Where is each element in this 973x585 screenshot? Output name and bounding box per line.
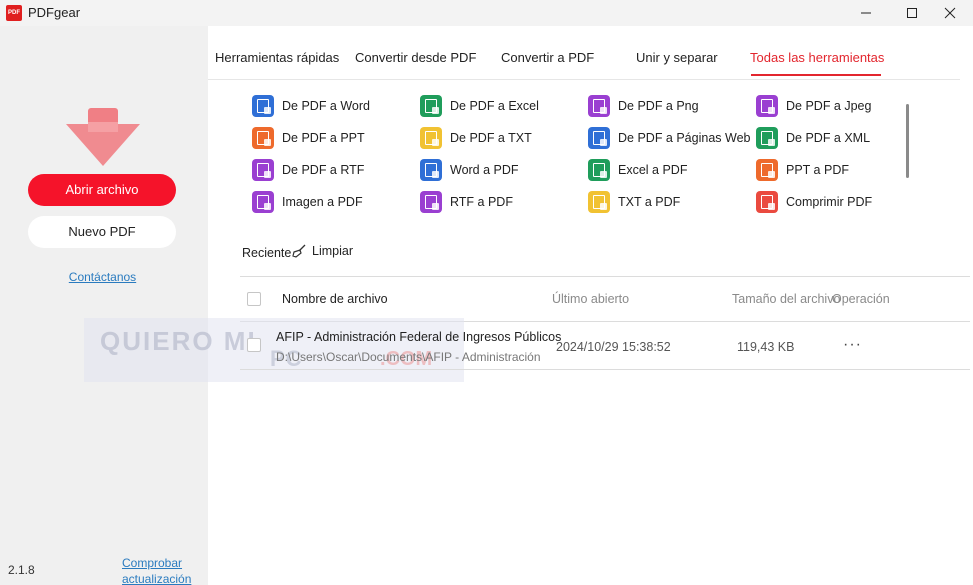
- tools-scrollbar[interactable]: [906, 104, 909, 178]
- pdf-to-xml-icon: [756, 127, 778, 149]
- version-label: 2.1.8: [8, 563, 35, 577]
- tool-label: De PDF a Jpeg: [786, 99, 872, 113]
- open-file-button[interactable]: Abrir archivo: [28, 174, 176, 206]
- file-path: D:\Users\Oscar\Documents\AFIP - Administ…: [276, 350, 544, 364]
- tool-pdf-to-xml[interactable]: De PDF a XML: [756, 127, 870, 149]
- tool-label: Excel a PDF: [618, 163, 688, 177]
- tab-merge-split[interactable]: Unir y separar: [636, 50, 718, 65]
- pdf-to-txt-icon: [420, 127, 442, 149]
- tool-label: Comprimir PDF: [786, 195, 873, 209]
- tool-excel-to-pdf[interactable]: Excel a PDF: [588, 159, 687, 181]
- select-all-checkbox[interactable]: [247, 292, 261, 306]
- minimize-icon: [861, 12, 871, 14]
- minimize-button[interactable]: [843, 0, 889, 26]
- maximize-icon: [907, 8, 917, 18]
- image-to-pdf-icon: [252, 191, 274, 213]
- drop-file-arrow-icon: [66, 108, 140, 166]
- tool-pdf-to-word[interactable]: De PDF a Word: [252, 95, 370, 117]
- title-bar: PDF PDFgear: [0, 0, 973, 26]
- tool-pdf-to-txt[interactable]: De PDF a TXT: [420, 127, 532, 149]
- tool-pdf-to-png[interactable]: De PDF a Png: [588, 95, 699, 117]
- column-header-operation: Operación: [832, 292, 890, 306]
- tabs-divider: [208, 79, 960, 80]
- tool-label: Word a PDF: [450, 163, 519, 177]
- tool-image-to-pdf[interactable]: Imagen a PDF: [252, 191, 363, 213]
- new-pdf-button[interactable]: Nuevo PDF: [28, 216, 176, 248]
- tool-ppt-to-pdf[interactable]: PPT a PDF: [756, 159, 849, 181]
- pdf-to-png-icon: [588, 95, 610, 117]
- app-title: PDFgear: [28, 5, 81, 20]
- divider: [240, 369, 970, 370]
- compress-pdf-icon: [756, 191, 778, 213]
- file-name[interactable]: AFIP - Administración Federal de Ingreso…: [276, 330, 561, 344]
- tool-pdf-to-rtf[interactable]: De PDF a RTF: [252, 159, 364, 181]
- check-update-link[interactable]: Comprobar actualización: [122, 555, 202, 585]
- rtf-to-pdf-icon: [420, 191, 442, 213]
- tool-pdf-to-webpages[interactable]: De PDF a Páginas Web: [588, 127, 750, 149]
- contact-link[interactable]: Contáctanos: [0, 270, 205, 284]
- tool-pdf-to-ppt[interactable]: De PDF a PPT: [252, 127, 365, 149]
- tool-pdf-to-excel[interactable]: De PDF a Excel: [420, 95, 539, 117]
- broom-icon: [292, 244, 306, 258]
- pdf-to-webpages-icon: [588, 127, 610, 149]
- tool-txt-to-pdf[interactable]: TXT a PDF: [588, 191, 680, 213]
- tool-label: De PDF a Png: [618, 99, 699, 113]
- word-to-pdf-icon: [420, 159, 442, 181]
- pdf-to-word-icon: [252, 95, 274, 117]
- clean-recent-button[interactable]: Limpiar: [292, 244, 353, 258]
- tab-all-tools[interactable]: Todas las herramientas: [750, 50, 884, 65]
- ppt-to-pdf-icon: [756, 159, 778, 181]
- file-last-opened: 2024/10/29 15:38:52: [556, 340, 671, 354]
- tool-label: De PDF a Excel: [450, 99, 539, 113]
- sidebar: Abrir archivo Nuevo PDF Contáctanos 2.1.…: [0, 26, 208, 585]
- tab-convert-from-pdf[interactable]: Convertir desde PDF: [355, 50, 476, 65]
- tool-label: PPT a PDF: [786, 163, 849, 177]
- close-icon: [944, 7, 956, 19]
- clean-label: Limpiar: [312, 244, 353, 258]
- row-checkbox[interactable]: [247, 338, 261, 352]
- tool-label: De PDF a XML: [786, 131, 871, 145]
- file-size: 119,43 KB: [737, 340, 795, 354]
- tab-quick-tools[interactable]: Herramientas rápidas: [215, 50, 339, 65]
- excel-to-pdf-icon: [588, 159, 610, 181]
- txt-to-pdf-icon: [588, 191, 610, 213]
- tool-label: De PDF a Páginas Web: [618, 131, 751, 145]
- active-tab-indicator: [751, 74, 881, 76]
- tool-label: TXT a PDF: [618, 195, 681, 209]
- column-header-last-opened[interactable]: Último abierto: [552, 292, 629, 306]
- tool-label: De PDF a PPT: [282, 131, 365, 145]
- tool-label: De PDF a RTF: [282, 163, 365, 177]
- watermark-text: QUIERO MI: [100, 326, 257, 356]
- recent-label: Reciente: [242, 246, 292, 260]
- pdf-to-jpeg-icon: [756, 95, 778, 117]
- tab-convert-to-pdf[interactable]: Convertir a PDF: [501, 50, 594, 65]
- divider: [240, 276, 970, 277]
- tool-label: De PDF a Word: [282, 99, 370, 113]
- pdf-to-excel-icon: [420, 95, 442, 117]
- tool-rtf-to-pdf[interactable]: RTF a PDF: [420, 191, 513, 213]
- tool-word-to-pdf[interactable]: Word a PDF: [420, 159, 519, 181]
- tab-bar: Herramientas rápidas Convertir desde PDF…: [208, 26, 973, 80]
- tool-label: Imagen a PDF: [282, 195, 363, 209]
- pdf-to-rtf-icon: [252, 159, 274, 181]
- tool-compress-pdf[interactable]: Comprimir PDF: [756, 191, 872, 213]
- column-header-name[interactable]: Nombre de archivo: [282, 292, 388, 306]
- pdf-to-ppt-icon: [252, 127, 274, 149]
- tool-label: De PDF a TXT: [450, 131, 532, 145]
- column-header-size[interactable]: Tamaño del archivo: [732, 292, 840, 306]
- close-button[interactable]: [927, 0, 973, 26]
- tool-pdf-to-jpeg[interactable]: De PDF a Jpeg: [756, 95, 871, 117]
- app-logo-icon: PDF: [6, 5, 22, 21]
- tool-label: RTF a PDF: [450, 195, 513, 209]
- more-options-icon[interactable]: ···: [843, 336, 862, 354]
